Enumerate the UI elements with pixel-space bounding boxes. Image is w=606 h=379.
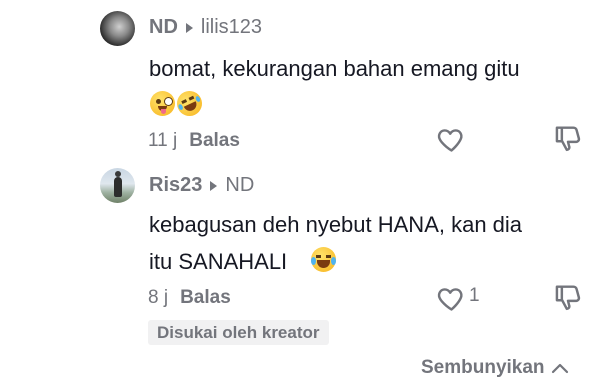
reply-arrow-icon: [210, 180, 218, 191]
comment-meta: 11 j Balas: [148, 130, 240, 152]
dislike-icon[interactable]: [553, 283, 583, 315]
reply-button[interactable]: Balas: [189, 130, 240, 151]
creator-liked-badge: Disukai oleh kreator: [148, 320, 329, 345]
comment-header: ND lilis123: [149, 16, 262, 39]
heart-icon[interactable]: [436, 283, 467, 314]
comment-meta: 8 j Balas: [148, 287, 231, 309]
zany-face-emoji: [150, 91, 175, 116]
reply-to-username[interactable]: ND: [225, 174, 254, 197]
avatar[interactable]: [100, 168, 135, 203]
username[interactable]: Ris23: [149, 174, 202, 197]
comment-text-line: itu SANAHALI: [149, 249, 288, 274]
reply-to-username[interactable]: lilis123: [201, 16, 262, 39]
hide-replies-button[interactable]: Sembunyikan: [421, 357, 569, 379]
reply-button[interactable]: Balas: [180, 287, 231, 308]
tears-of-joy-emoji: [311, 247, 336, 272]
comment-text: bomat, kekurangan bahan emang gitu: [149, 56, 520, 81]
reply-arrow-icon: [185, 22, 193, 33]
like-count: 1: [469, 285, 480, 306]
dislike-icon[interactable]: [553, 124, 583, 156]
hide-replies-label: Sembunyikan: [421, 357, 545, 378]
chevron-up-icon: [551, 363, 568, 374]
username[interactable]: ND: [149, 16, 178, 39]
comment-time: 11 j: [148, 130, 178, 151]
avatar[interactable]: [100, 11, 135, 46]
heart-icon[interactable]: [436, 124, 467, 155]
comment-header: Ris23 ND: [149, 174, 254, 197]
comment-text-line: kebagusan deh nyebut HANA, kan dia: [149, 212, 523, 237]
comment-time: 8 j: [148, 287, 169, 308]
rolling-laughing-emoji: [172, 86, 207, 121]
